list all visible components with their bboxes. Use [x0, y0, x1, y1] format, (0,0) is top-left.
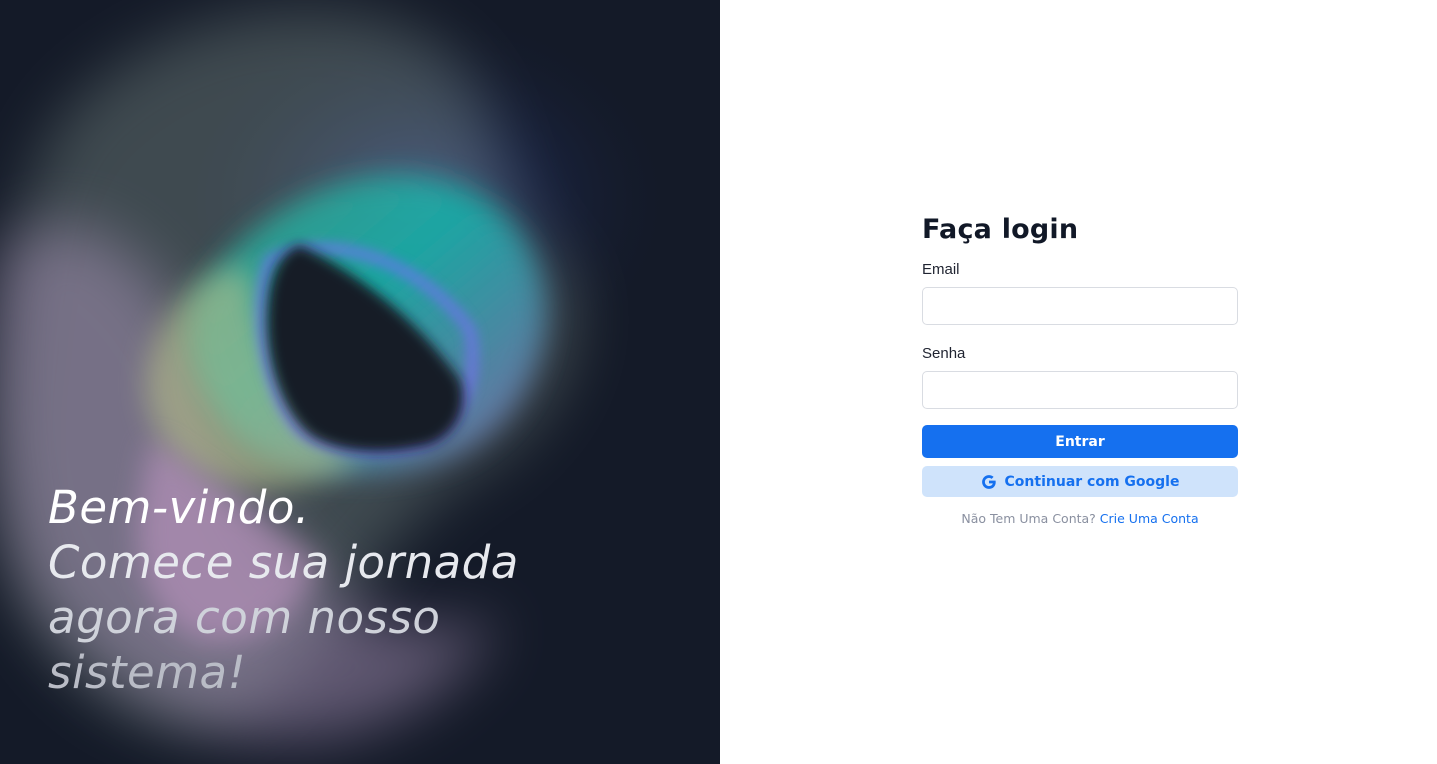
hero-line-3: agora com nosso [48, 591, 441, 644]
signup-prompt: Não Tem Uma Conta? Crie Uma Conta [922, 511, 1238, 526]
page-title: Faça login [922, 214, 1079, 245]
hero-line-1: Bem-vindo. [48, 481, 310, 534]
login-page: Bem-vindo. Comece sua jornada agora com … [0, 0, 1437, 764]
google-login-label: Continuar com Google [1004, 473, 1180, 490]
password-field[interactable] [922, 371, 1238, 409]
login-form: Faça login Email Senha Entrar Continuar … [922, 214, 1238, 526]
email-label: Email [922, 261, 960, 278]
hero-panel: Bem-vindo. Comece sua jornada agora com … [0, 0, 720, 764]
email-field[interactable] [922, 287, 1238, 325]
google-login-button[interactable]: Continuar com Google [922, 466, 1238, 497]
login-submit-button[interactable]: Entrar [922, 425, 1238, 458]
hero-welcome-text: Bem-vindo. Comece sua jornada agora com … [48, 480, 668, 700]
create-account-link[interactable]: Crie Uma Conta [1100, 511, 1199, 526]
password-label: Senha [922, 345, 966, 362]
login-panel: Faça login Email Senha Entrar Continuar … [720, 0, 1437, 764]
signup-prompt-text: Não Tem Uma Conta? [961, 511, 1096, 526]
hero-line-4: sistema! [48, 646, 247, 699]
google-g-icon [981, 474, 996, 489]
hero-line-2: Comece sua jornada [48, 536, 519, 589]
